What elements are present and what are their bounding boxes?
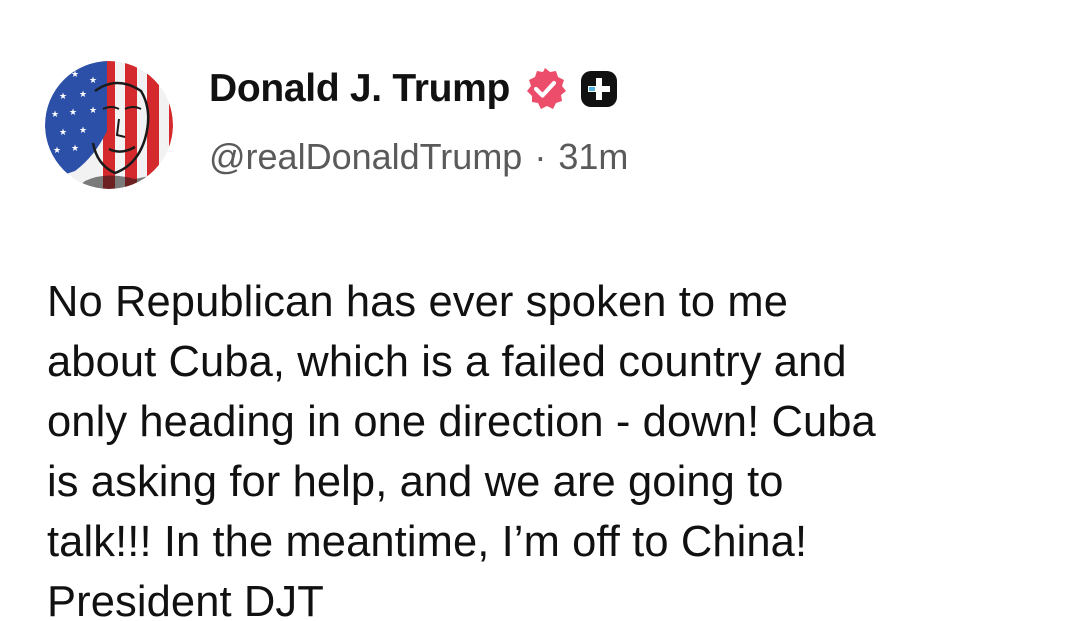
svg-text:★: ★ [79, 126, 87, 136]
post-body: No Republican has ever spoken to me abou… [47, 272, 1047, 621]
author-display-name[interactable]: Donald J. Trump [209, 67, 510, 111]
post-body-line: is asking for help, and we are going to [47, 458, 784, 506]
svg-text:★: ★ [79, 90, 87, 100]
american-flag-portrait-avatar: ★★★ ★ ★ ★ ★ ★ ★ ★ ★ ★ [45, 61, 173, 189]
handle-row: @realDonaldTrump · 31m [209, 136, 1038, 178]
separator-dot: · [534, 136, 547, 177]
name-row: Donald J. Trump [209, 64, 1038, 114]
svg-text:★: ★ [51, 110, 59, 120]
svg-text:★: ★ [59, 92, 67, 102]
plus-badge-icon [578, 68, 620, 110]
post-body-line: talk!!! In the meantime, I’m off to Chin… [47, 518, 808, 566]
svg-text:★: ★ [71, 70, 79, 80]
post-card: ★★★ ★★ ★★★ ★★ ★★ Donald J. Trump [0, 0, 1078, 621]
author-handle[interactable]: @realDonaldTrump [209, 136, 522, 178]
post-body-line: President DJT [47, 578, 324, 621]
svg-text:★: ★ [53, 76, 61, 86]
verified-badge-icon [522, 66, 568, 112]
post-body-line: about Cuba, which is a failed country an… [47, 338, 847, 386]
post-timestamp[interactable]: 31m [558, 136, 628, 178]
svg-text:★: ★ [53, 146, 61, 156]
post-header: Donald J. Trump @realDonaldTrump · 31m [209, 64, 1038, 194]
post-body-line: No Republican has ever spoken to me [47, 278, 789, 326]
post-body-line: only heading in one direction - down! Cu… [47, 398, 876, 446]
svg-text:★: ★ [59, 128, 67, 138]
svg-text:★: ★ [89, 76, 97, 86]
svg-text:★: ★ [89, 106, 97, 116]
svg-text:★: ★ [71, 144, 79, 154]
svg-text:★: ★ [69, 108, 77, 118]
author-avatar[interactable]: ★ ★ ★ ★ ★ ★ ★ ★ ★ ★ ★ ★ [45, 61, 173, 189]
